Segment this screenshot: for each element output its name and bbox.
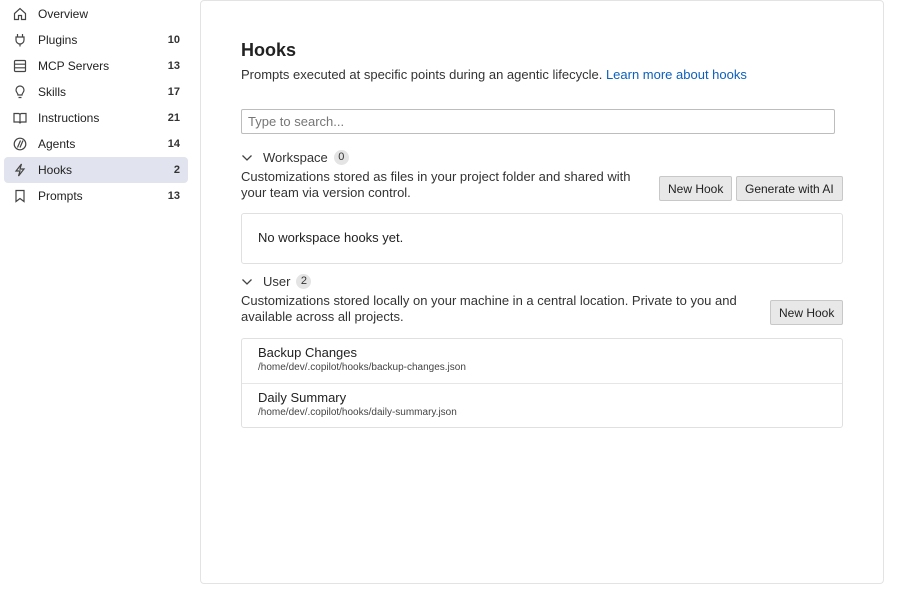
workspace-section-title: Workspace — [263, 150, 328, 165]
sidebar-item-label: MCP Servers — [38, 59, 110, 73]
page-description: Prompts executed at specific points duri… — [241, 67, 747, 82]
generate-with-ai-button[interactable]: Generate with AI — [736, 176, 843, 201]
user-new-hook-button[interactable]: New Hook — [770, 300, 844, 325]
sidebar-item-label: Agents — [38, 137, 76, 151]
sidebar: Overview Plugins 10 MCP Servers 13 Skill… — [0, 0, 196, 600]
hook-name: Backup Changes — [258, 345, 358, 360]
sidebar-item-hooks[interactable]: Hooks 2 — [4, 157, 188, 183]
user-description-line: available across all projects. — [241, 309, 404, 324]
workspace-empty-message: No workspace hooks yet. — [258, 230, 404, 245]
lightning-icon — [13, 163, 27, 177]
bookmark-icon — [13, 189, 27, 203]
chevron-down-icon — [241, 276, 257, 288]
sidebar-item-count: 17 — [167, 86, 180, 98]
sidebar-item-label: Plugins — [38, 33, 78, 47]
workspace-count-badge: 0 — [333, 150, 349, 165]
workspace-new-hook-button[interactable]: New Hook — [659, 176, 733, 201]
server-icon — [13, 59, 27, 73]
book-icon — [13, 111, 27, 125]
sidebar-item-overview[interactable]: Overview — [4, 1, 188, 27]
workspace-section-header[interactable]: Workspace 0 — [241, 150, 349, 165]
sidebar-item-mcp-servers[interactable]: MCP Servers 13 — [4, 53, 188, 79]
lightbulb-icon — [13, 85, 27, 99]
user-hooks-list: Backup Changes /home/dev/.copilot/hooks/… — [241, 338, 843, 428]
workspace-section-description: Customizations stored as files in your p… — [241, 169, 630, 201]
sidebar-item-label: Skills — [38, 85, 67, 99]
user-section-title: User — [263, 274, 291, 289]
workspace-description-line: Customizations stored as files in your p… — [241, 169, 631, 184]
sidebar-item-count: 13 — [167, 190, 180, 202]
chevron-down-icon — [241, 152, 257, 164]
sidebar-item-plugins[interactable]: Plugins 10 — [4, 27, 188, 53]
sidebar-item-count: 10 — [167, 34, 180, 46]
sidebar-item-prompts[interactable]: Prompts 13 — [4, 183, 188, 209]
user-description-line: Customizations stored locally on your ma… — [241, 293, 737, 308]
user-count-badge: 2 — [296, 274, 312, 289]
learn-more-link[interactable]: Learn more about hooks — [606, 67, 747, 82]
page-description-text: Prompts executed at specific points duri… — [241, 67, 603, 82]
sidebar-item-label: Overview — [38, 7, 89, 21]
hook-name: Daily Summary — [258, 390, 347, 405]
sidebar-item-label: Instructions — [38, 111, 100, 125]
main-panel: Hooks Prompts executed at specific point… — [200, 0, 884, 584]
sidebar-item-count: 13 — [167, 60, 180, 72]
sidebar-item-label: Hooks — [38, 163, 73, 177]
sidebar-item-count: 2 — [173, 164, 180, 176]
agent-icon — [13, 137, 27, 151]
home-icon — [13, 7, 27, 21]
workspace-hooks-list: No workspace hooks yet. — [241, 213, 843, 264]
sidebar-item-agents[interactable]: Agents 14 — [4, 131, 188, 157]
hook-path: /home/dev/.copilot/hooks/backup-changes.… — [258, 362, 466, 373]
user-section-description: Customizations stored locally on your ma… — [241, 293, 737, 325]
page-title: Hooks — [241, 40, 297, 60]
list-item[interactable]: Daily Summary /home/dev/.copilot/hooks/d… — [242, 383, 842, 427]
sidebar-item-instructions[interactable]: Instructions 21 — [4, 105, 188, 131]
list-item[interactable]: Backup Changes /home/dev/.copilot/hooks/… — [242, 339, 842, 383]
sidebar-item-skills[interactable]: Skills 17 — [4, 79, 188, 105]
search-input[interactable] — [241, 109, 835, 134]
user-section-header[interactable]: User 2 — [241, 274, 312, 289]
sidebar-item-count: 14 — [167, 138, 180, 150]
sidebar-item-label: Prompts — [38, 189, 83, 203]
sidebar-item-count: 21 — [167, 112, 180, 124]
workspace-description-line: your team via version control. — [241, 185, 411, 200]
hook-path: /home/dev/.copilot/hooks/daily-summary.j… — [258, 407, 457, 418]
plug-icon — [13, 33, 27, 47]
